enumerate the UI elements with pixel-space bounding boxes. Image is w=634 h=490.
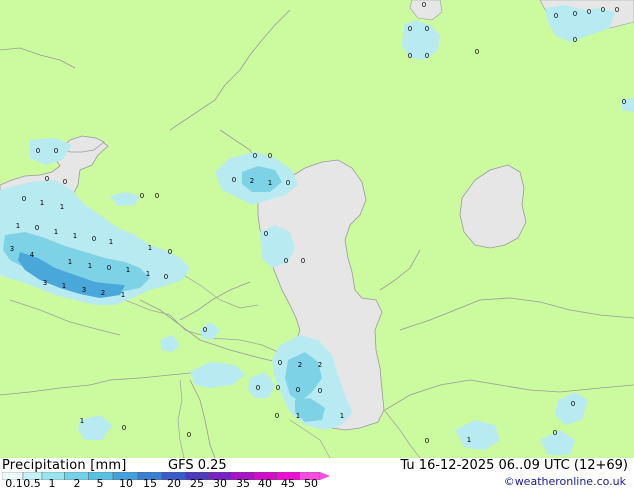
precip-value-label: 2 [101, 289, 105, 297]
precip-value-label: 0 [408, 52, 412, 60]
precip-value-label: 0 [553, 429, 557, 437]
legend-tick-label: 0.5 [23, 477, 41, 490]
precip-value-label: 2 [250, 177, 254, 185]
legend-tick-label: 50 [304, 477, 318, 490]
precip-value-label: 1 [126, 266, 130, 274]
precip-value-label: 0 [286, 179, 290, 187]
precip-value-label: 0 [140, 192, 144, 200]
precip-value-label: 1 [40, 199, 44, 207]
precip-value-label: 0 [232, 176, 236, 184]
precip-value-label: 0 [284, 257, 288, 265]
precip-value-label: 0 [164, 273, 168, 281]
precip-value-label: 0 [256, 384, 260, 392]
precip-value-label: 1 [467, 436, 471, 444]
precip-value-label: 0 [571, 400, 575, 408]
precip-value-label: 0 [408, 25, 412, 33]
precip-value-label: 1 [60, 203, 64, 211]
precip-value-label: 0 [45, 175, 49, 183]
precip-value-label: 0 [155, 192, 159, 200]
precip-value-label: 0 [573, 36, 577, 44]
precip-value-label: 0 [203, 326, 207, 334]
precip-value-label: 0 [253, 152, 257, 160]
precip-value-label: 0 [425, 437, 429, 445]
precip-value-label: 0 [268, 152, 272, 160]
valid-time: Tu 16-12-2025 06..09 UTC (12+69) [400, 458, 628, 473]
precip-value-label: 1 [121, 291, 125, 299]
precip-value-label: 1 [268, 179, 272, 187]
precip-value-label: 0 [573, 10, 577, 18]
precip-value-label: 0 [601, 6, 605, 14]
precip-value-label: 0 [622, 98, 626, 106]
legend-tick-label: 2 [73, 477, 81, 490]
precip-value-label: 1 [16, 222, 20, 230]
legend-tick-label: 40 [258, 477, 272, 490]
legend-tick-label: 35 [236, 477, 250, 490]
precip-value-label: 3 [43, 279, 47, 287]
precip-value-label: 0 [587, 8, 591, 16]
legend-ticks: 0.1 0.5 1 2 5 10 15 20 25 30 35 40 45 50 [0, 478, 330, 490]
precip-value-label: 0 [92, 235, 96, 243]
precip-value-label: 2 [298, 361, 302, 369]
precip-value-label: 0 [122, 424, 126, 432]
precip-value-label: 0 [22, 195, 26, 203]
precip-value-label: 0 [425, 25, 429, 33]
precip-value-label: 1 [340, 412, 344, 420]
precip-value-label: 0 [615, 6, 619, 14]
precip-value-label: 0 [296, 386, 300, 394]
precip-value-label: 0 [475, 48, 479, 56]
credit-link[interactable]: ©weatheronline.co.uk [504, 475, 626, 488]
precip-value-label: 1 [88, 262, 92, 270]
precip-value-label: 2 [318, 361, 322, 369]
legend-tick-label: 5 [96, 477, 104, 490]
precip-value-label: 0 [36, 147, 40, 155]
precip-value-label: 4 [30, 251, 35, 259]
footer-bar: Precipitation [mm] GFS 0.25 Tu 16-12-202… [0, 458, 634, 490]
precip-value-label: 1 [62, 282, 66, 290]
precip-value-label: 0 [35, 224, 39, 232]
precip-value-label: 0 [275, 412, 279, 420]
legend-tick-label: 15 [143, 477, 157, 490]
precip-value-label: 0 [301, 257, 305, 265]
precip-value-label: 1 [54, 228, 58, 236]
precip-value-label: 0 [168, 248, 172, 256]
precip-value-label: 0 [318, 387, 322, 395]
precip-value-label: 0 [54, 147, 58, 155]
model-name: GFS 0.25 [168, 458, 227, 473]
precip-value-label: 3 [10, 245, 14, 253]
precip-value-label: 3 [82, 286, 86, 294]
precip-value-label: 0 [422, 1, 426, 9]
precipitation-map: 0 0 0 0 0 0 0 0 0 0 0 0 0 0 0 0 0 0 0 0 1 1 1 0 1 1 0 1 1 0 3 4 1 1 0 1 1 0 3 1… [0, 0, 634, 458]
precip-value-label: 1 [68, 258, 72, 266]
precip-value-label: 1 [109, 238, 113, 246]
precip-value-label: 0 [278, 359, 282, 367]
precip-value-label: 1 [73, 232, 77, 240]
legend-tick-label: 0.1 [5, 477, 23, 490]
legend-tick-label: 25 [190, 477, 204, 490]
precip-value-label: 1 [146, 270, 150, 278]
precip-value-label: 0 [107, 264, 111, 272]
precip-value-label: 1 [148, 244, 152, 252]
precip-value-label: 0 [276, 384, 280, 392]
precip-value-label: 1 [296, 412, 300, 420]
precip-value-label: 0 [187, 431, 191, 439]
precip-value-label: 0 [264, 230, 268, 238]
precip-value-label: 0 [425, 52, 429, 60]
legend-tick-label: 45 [281, 477, 295, 490]
legend-tick-label: 30 [213, 477, 227, 490]
precip-value-label: 0 [554, 12, 558, 20]
map-title: Precipitation [mm] [2, 458, 127, 473]
legend-tick-label: 1 [48, 477, 56, 490]
precip-value-label: 0 [63, 178, 67, 186]
legend-tick-label: 20 [167, 477, 181, 490]
precip-value-label: 1 [80, 417, 84, 425]
legend-tick-label: 10 [119, 477, 133, 490]
